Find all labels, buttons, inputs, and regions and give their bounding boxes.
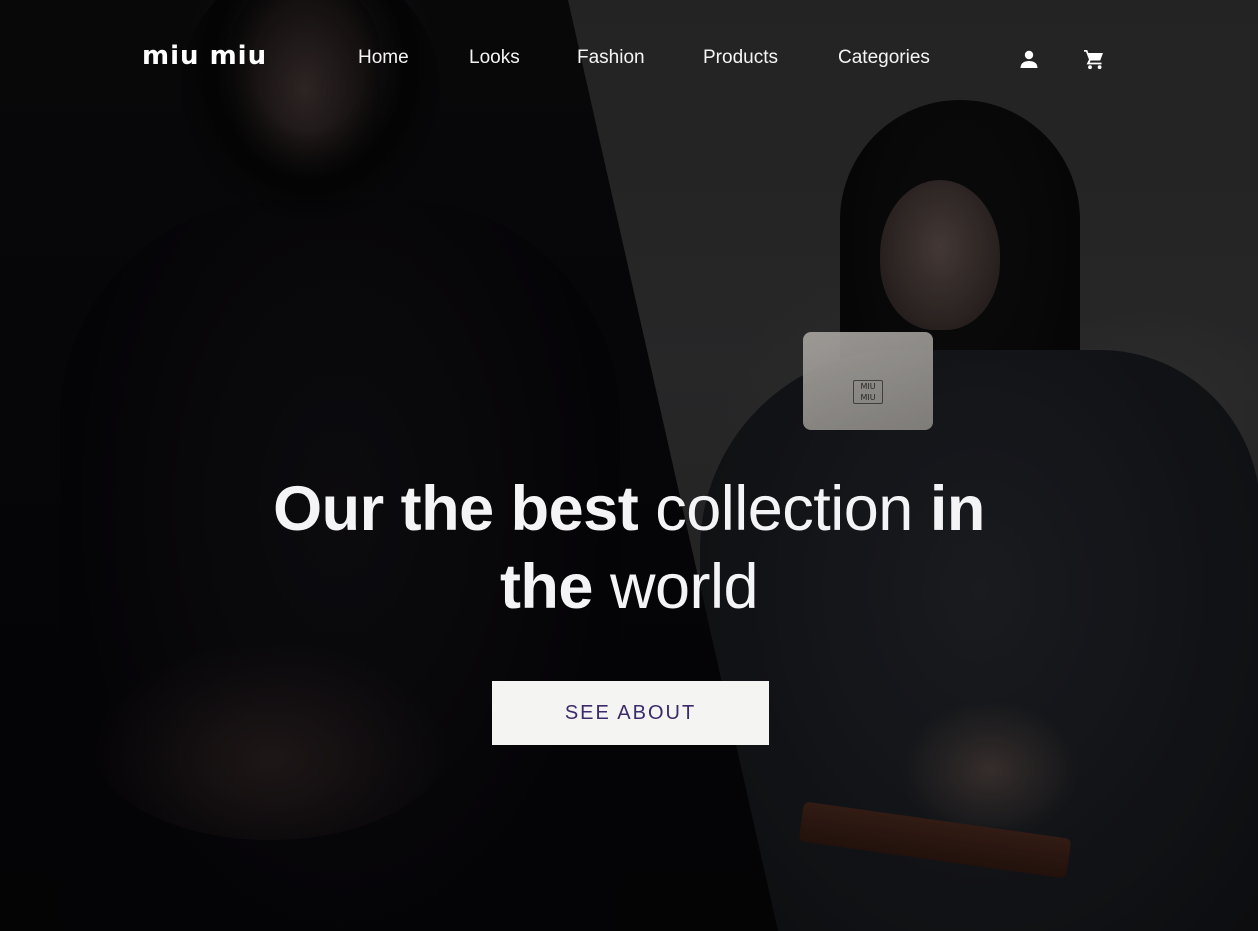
headline-light-part: collection bbox=[655, 474, 913, 544]
hero-dim-overlay bbox=[0, 0, 1258, 931]
nav-link-looks[interactable]: Looks bbox=[469, 46, 520, 70]
hero-section: MIU MIU bbox=[0, 0, 1258, 931]
nav-link-fashion[interactable]: Fashion bbox=[577, 46, 645, 70]
top-navigation: miu miu Home Looks Fashion Products Cate… bbox=[0, 0, 1258, 118]
person-icon-graphic bbox=[1020, 50, 1038, 68]
cart-icon[interactable] bbox=[1083, 48, 1105, 70]
cart-icon-graphic bbox=[1084, 50, 1103, 70]
headline-bold-part: Our the best bbox=[273, 474, 639, 544]
nav-link-home[interactable]: Home bbox=[358, 46, 409, 70]
nav-link-categories[interactable]: Categories bbox=[838, 46, 930, 70]
nav-link-products[interactable]: Products bbox=[703, 46, 778, 70]
person-icon[interactable] bbox=[1018, 48, 1040, 70]
hero-headline: Our the best collection in the world bbox=[229, 470, 1029, 626]
headline-bold-part: the bbox=[499, 552, 594, 622]
see-about-button[interactable]: SEE ABOUT bbox=[492, 681, 769, 745]
headline-bold-part: in bbox=[929, 474, 986, 544]
brand-logo[interactable]: miu miu bbox=[142, 43, 267, 69]
headline-light-part: world bbox=[609, 552, 759, 622]
